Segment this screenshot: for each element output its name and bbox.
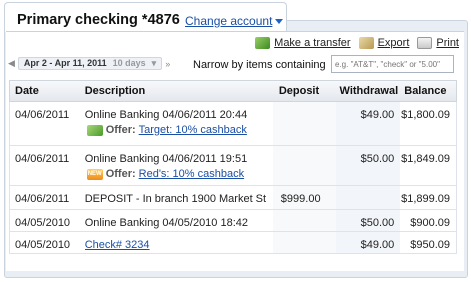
header-deposit[interactable]: Deposit: [273, 85, 336, 97]
row-date: 04/06/2011: [15, 193, 70, 205]
next-range-icon[interactable]: »: [165, 59, 170, 69]
row-withdrawal: [335, 186, 401, 209]
change-account-link[interactable]: Change account: [185, 14, 284, 28]
search-input[interactable]: [331, 55, 454, 73]
account-tab: Primary checking *4876 Change account: [4, 2, 287, 32]
date-range-selector: ◀ Apr 2 - Apr 11, 2011 10 days ▾ »: [8, 57, 170, 70]
row-deposit: $999.00: [272, 186, 336, 209]
row-withdrawal: $49.00: [335, 232, 401, 253]
header-balance[interactable]: Balance: [400, 85, 456, 97]
header-withdrawal[interactable]: Withdrawal: [336, 85, 401, 97]
account-title: Primary checking *4876: [17, 12, 180, 28]
header-description[interactable]: Description: [77, 85, 273, 97]
table-row[interactable]: 04/06/2011 Online Banking 04/06/2011 20:…: [9, 102, 457, 146]
make-transfer-button[interactable]: Make a transfer: [255, 37, 351, 49]
row-deposit: [272, 232, 336, 253]
row-description: Online Banking 04/06/2011 20:44: [84, 109, 248, 121]
row-balance: $900.09: [410, 217, 451, 229]
print-button[interactable]: Print: [417, 37, 459, 49]
print-icon: [417, 37, 433, 49]
date-range-dropdown[interactable]: Apr 2 - Apr 11, 2011 10 days ▾: [17, 57, 163, 70]
row-withdrawal: $50.00: [335, 210, 401, 231]
action-bar: Make a transfer Export Print: [255, 37, 459, 49]
table-row[interactable]: 04/05/2010 Check# 3234 $49.00 $950.09: [9, 232, 457, 254]
row-balance: $950.09: [410, 239, 451, 251]
offer: Offer: Target: 10% cashback: [86, 124, 273, 136]
offer-label: Offer:: [105, 168, 136, 180]
transactions-table: Date Description Deposit Withdrawal Bala…: [9, 80, 457, 254]
row-description: Online Banking 04/05/2010 18:42: [84, 217, 249, 229]
offer-label: Offer:: [105, 124, 136, 136]
row-description: Online Banking 04/06/2011 19:51: [84, 153, 248, 165]
row-balance: $1,849.09: [401, 153, 451, 165]
table-row[interactable]: 04/06/2011 Online Banking 04/06/2011 19:…: [9, 146, 457, 186]
new-badge-icon: NEW: [86, 168, 103, 180]
table-row[interactable]: 04/06/2011 DEPOSIT - In branch 1900 Mark…: [9, 186, 457, 210]
check-link[interactable]: Check# 3234: [85, 239, 150, 251]
row-description: DEPOSIT - In branch 1900 Market St: [84, 193, 267, 205]
row-deposit: [272, 210, 336, 231]
offer-link[interactable]: Target: 10% cashback: [139, 124, 247, 136]
export-icon: [358, 37, 374, 49]
table-header: Date Description Deposit Withdrawal Bala…: [9, 80, 457, 102]
row-withdrawal: $49.00: [335, 102, 401, 145]
offer: NEW Offer: Red's: 10% cashback: [86, 168, 273, 180]
prev-range-icon[interactable]: ◀: [8, 58, 15, 69]
row-date: 04/05/2010: [15, 217, 71, 229]
offer-link[interactable]: Red's: 10% cashback: [139, 168, 244, 180]
row-date: 04/05/2010: [15, 239, 71, 251]
row-deposit: [272, 102, 336, 145]
table-row[interactable]: 04/05/2010 Online Banking 04/05/2010 18:…: [9, 210, 457, 232]
row-deposit: [272, 146, 336, 185]
header-date[interactable]: Date: [10, 85, 77, 97]
export-button[interactable]: Export: [358, 37, 409, 49]
row-balance: $1,899.09: [401, 193, 451, 205]
green-tag-icon: [86, 124, 103, 136]
row-balance: $1,800.09: [401, 109, 451, 121]
row-date: 04/06/2011: [15, 109, 70, 121]
chevron-down-icon: [275, 19, 284, 25]
row-withdrawal: $50.00: [335, 146, 401, 185]
transfer-icon: [255, 37, 271, 49]
row-date: 04/06/2011: [15, 153, 70, 165]
narrow-label: Narrow by items containing: [193, 59, 326, 71]
